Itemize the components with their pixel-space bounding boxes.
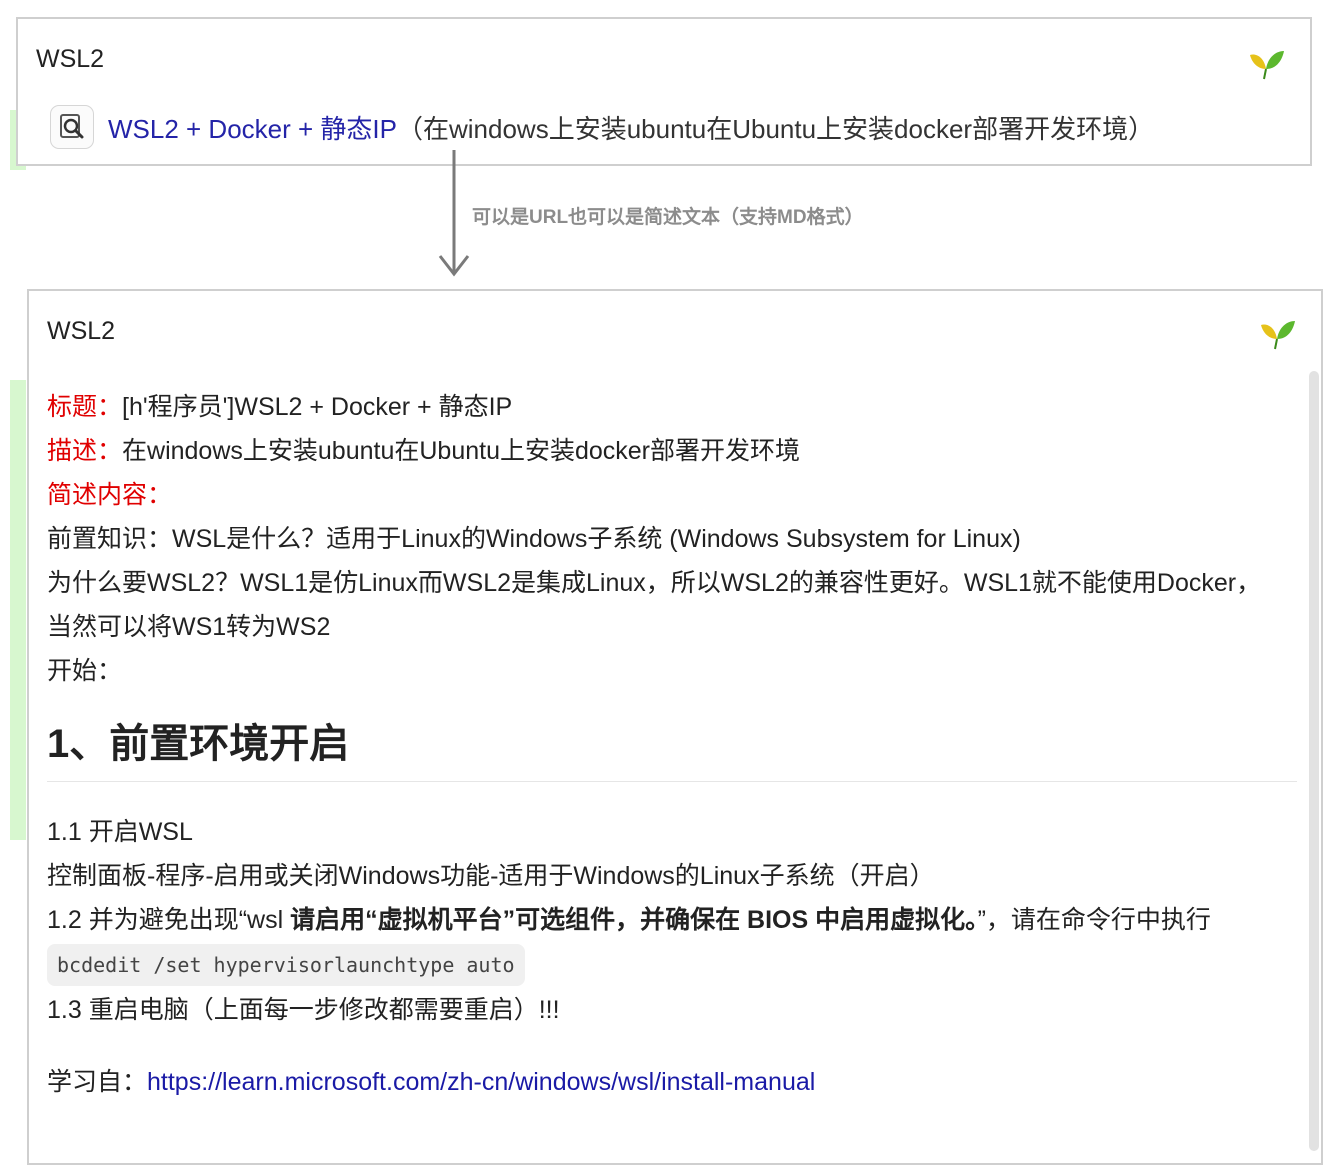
title-label: 标题： bbox=[47, 393, 123, 421]
learn-label: 学习自： bbox=[47, 1068, 148, 1096]
step-1-2-bold: 请启用“虚拟机平台”可选组件，并确保在 BIOS 中启用虚拟化。 bbox=[290, 906, 978, 934]
step-1-3: 1.3 重启电脑（上面每一步修改都需要重启）!!! bbox=[47, 996, 560, 1024]
search-result-row[interactable]: WSL2 + Docker + 静态IP （在windows上安装ubuntu在… bbox=[50, 105, 1154, 149]
background-strip bbox=[10, 380, 26, 840]
step-1-2-prefix: 1.2 并为避免出现“wsl bbox=[47, 906, 291, 934]
scrollbar[interactable] bbox=[1309, 371, 1319, 1151]
search-card-title: WSL2 bbox=[36, 45, 105, 73]
step-1-1-detail: 控制面板-程序-启用或关闭Windows功能-适用于Windows的Linux子… bbox=[47, 862, 935, 890]
summary-line: 开始： bbox=[47, 657, 123, 685]
step-1-2: 1.2 并为避免出现“wsl 请启用“虚拟机平台”可选组件，并确保在 BIOS … bbox=[47, 898, 1297, 942]
code-snippet: bcdedit /set hypervisorlaunchtype auto bbox=[47, 944, 525, 986]
desc-label: 描述： bbox=[47, 437, 123, 465]
title-line: 标题：[h'程序员']WSL2 + Docker + 静态IP bbox=[47, 385, 1297, 429]
summary-label: 简述内容： bbox=[47, 481, 173, 509]
summary-line: 为什么要WSL2？WSL1是仿Linux而WSL2是集成Linux，所以WSL2… bbox=[47, 569, 1262, 597]
desc-line: 描述：在windows上安装ubuntu在Ubuntu上安装docker部署开发… bbox=[47, 429, 1297, 473]
leaf-icon bbox=[1261, 321, 1295, 350]
search-card: WSL2 WSL2 + Docker + 静态IP （在windows上安装ub… bbox=[16, 17, 1312, 166]
detail-card: WSL2 标题：[h'程序员']WSL2 + Docker + 静态IP 描述：… bbox=[27, 289, 1323, 1165]
step-1-2-suffix: ”，请在命令行中执行 bbox=[977, 906, 1211, 934]
learn-line: 学习自：https://learn.microsoft.com/zh-cn/wi… bbox=[47, 1060, 1297, 1104]
step-1-1: 1.1 开启WSL bbox=[47, 818, 193, 846]
search-icon[interactable] bbox=[50, 105, 94, 149]
leaf-icon bbox=[1250, 51, 1284, 80]
detail-content: 标题：[h'程序员']WSL2 + Docker + 静态IP 描述：在wind… bbox=[47, 385, 1297, 1104]
down-arrow-icon bbox=[438, 150, 470, 277]
arrow-annotation: 可以是URL也可以是简述文本（支持MD格式） bbox=[472, 207, 864, 228]
summary-line: 前置知识：WSL是什么？适用于Linux的Windows子系统 (Windows… bbox=[47, 525, 1021, 553]
title-value: [h'程序员']WSL2 + Docker + 静态IP bbox=[122, 393, 513, 421]
section-heading: 1、前置环境开启 bbox=[47, 719, 1297, 782]
learn-link[interactable]: https://learn.microsoft.com/zh-cn/window… bbox=[147, 1068, 815, 1096]
detail-card-title: WSL2 bbox=[47, 317, 116, 345]
search-result-title[interactable]: WSL2 + Docker + 静态IP bbox=[108, 109, 397, 146]
search-result-description: （在windows上安装ubuntu在Ubuntu上安装docker部署开发环境… bbox=[396, 113, 1155, 144]
desc-value: 在windows上安装ubuntu在Ubuntu上安装docker部署开发环境 bbox=[122, 437, 801, 465]
summary-line: 当然可以将WS1转为WS2 bbox=[47, 613, 331, 641]
